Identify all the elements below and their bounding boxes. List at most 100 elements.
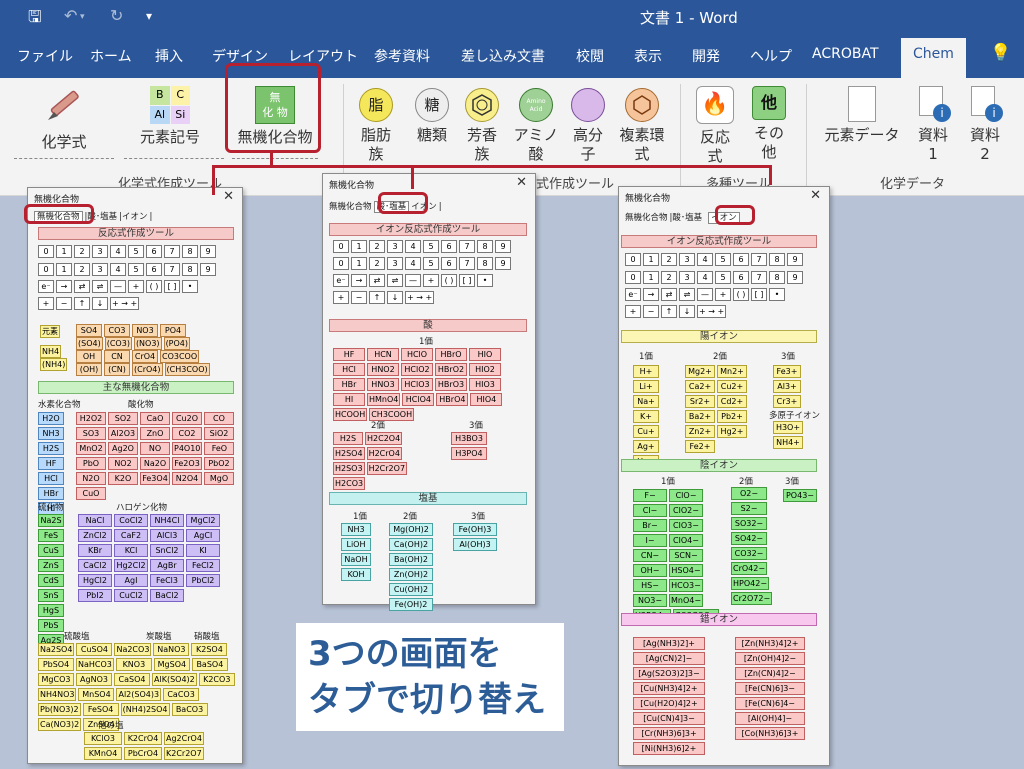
formula-key[interactable]: H3PO4	[451, 447, 487, 460]
formula-key[interactable]: Na2S	[38, 514, 64, 527]
formula-key[interactable]: 8	[769, 271, 785, 284]
formula-key[interactable]: 5	[423, 240, 439, 253]
tab-references[interactable]: 参考資料	[374, 46, 430, 66]
formula-key[interactable]: HS−	[633, 579, 667, 592]
tab-file[interactable]: ファイル	[17, 46, 73, 66]
formula-key[interactable]: Ag+	[633, 440, 659, 453]
formula-key[interactable]: CO3COO	[160, 350, 200, 363]
undo-icon[interactable]: ↶	[64, 6, 77, 25]
formula-key[interactable]: 0	[38, 245, 54, 258]
formula-key[interactable]: H2CrO4	[366, 447, 402, 460]
formula-key[interactable]: 7	[459, 240, 475, 253]
formula-key[interactable]: −	[351, 291, 367, 304]
formula-key[interactable]: 7	[164, 245, 180, 258]
formula-key[interactable]: MgO	[204, 472, 234, 485]
formula-key[interactable]: H3O+	[773, 421, 803, 434]
formula-key[interactable]: +	[128, 280, 144, 293]
formula-key[interactable]: Ba2+	[685, 410, 715, 423]
formula-key[interactable]: NaCl	[78, 514, 112, 527]
formula-key[interactable]: 1	[351, 257, 367, 270]
formula-key[interactable]: MgSO4	[153, 658, 190, 671]
undo-dropdown-icon[interactable]: ▾	[80, 12, 85, 22]
formula-key[interactable]: CrO42−	[731, 562, 768, 575]
formula-key[interactable]: CdS	[38, 574, 64, 587]
formula-key[interactable]: ⇄	[661, 288, 677, 301]
formula-key[interactable]: Mg(OH)2	[389, 523, 433, 536]
formula-key[interactable]: ↑	[369, 291, 385, 304]
formula-key[interactable]: 0	[333, 257, 349, 270]
formula-key[interactable]: NH4NO3	[38, 688, 77, 701]
formula-key[interactable]: SO32−	[731, 517, 767, 530]
formula-key[interactable]: K2O	[108, 472, 138, 485]
formula-key[interactable]: 2	[74, 245, 90, 258]
formula-key[interactable]: ⇄	[74, 280, 90, 293]
formula-key[interactable]: 4	[110, 245, 126, 258]
tab-sanenki[interactable]: 酸･塩基	[672, 213, 702, 223]
formula-key[interactable]: H3BO3	[451, 432, 487, 445]
formula-key[interactable]: CuSO4	[76, 643, 113, 656]
formula-key[interactable]: MnO4−	[669, 594, 704, 607]
formula-key[interactable]: Zn(OH)2	[389, 568, 433, 581]
formula-key[interactable]: Sr2+	[685, 395, 715, 408]
formula-key[interactable]: Cu(OH)2	[389, 583, 433, 596]
formula-key[interactable]: →	[56, 280, 72, 293]
shiryo1-button[interactable]: i 資料 1	[910, 86, 956, 164]
formula-key[interactable]: HCl	[38, 472, 64, 485]
formula-key[interactable]: 9	[495, 257, 511, 270]
formula-key[interactable]: FeCl2	[186, 559, 220, 572]
formula-key[interactable]: CN−	[633, 549, 667, 562]
houkouzoku-button[interactable]: 芳香 族	[458, 88, 506, 164]
formula-key[interactable]: [Fe(CN)6]3−	[735, 682, 805, 695]
formula-key[interactable]: Li+	[633, 380, 659, 393]
formula-key[interactable]: KCl	[114, 544, 148, 557]
formula-key[interactable]: Na+	[633, 395, 659, 408]
customize-quick-access-icon[interactable]: ▾	[146, 9, 152, 23]
tab-review[interactable]: 校閲	[576, 46, 604, 66]
formula-key[interactable]: ClO4−	[669, 534, 703, 547]
tourui-button[interactable]: 糖 糖類	[408, 88, 456, 145]
formula-key[interactable]: PbO	[76, 457, 106, 470]
formula-key[interactable]: PbCl2	[186, 574, 220, 587]
tab-muki[interactable]: 無機化合物	[625, 213, 668, 223]
formula-key[interactable]: 6	[733, 271, 749, 284]
formula-key[interactable]: SO3	[76, 427, 106, 440]
formula-key[interactable]: CaCO3	[163, 688, 200, 701]
formula-key[interactable]: (NO3)	[133, 337, 162, 350]
formula-key[interactable]: SO4	[76, 324, 102, 337]
formula-key[interactable]: HIO3	[469, 378, 501, 391]
formula-key[interactable]: Mg2+	[685, 365, 715, 378]
formula-key[interactable]: 1	[351, 240, 367, 253]
formula-key[interactable]: CN	[104, 350, 130, 363]
formula-key[interactable]: •	[477, 274, 493, 287]
formula-key[interactable]: ClO2−	[669, 504, 703, 517]
formula-key[interactable]: Hg2Cl2	[114, 559, 148, 572]
formula-key[interactable]: ↑	[74, 297, 90, 310]
formula-key[interactable]: Al3+	[773, 380, 801, 393]
formula-key[interactable]: Pb(NO3)2	[38, 703, 81, 716]
formula-key[interactable]: Pb2+	[717, 410, 747, 423]
formula-key[interactable]: +	[423, 274, 439, 287]
formula-key[interactable]: H2CO3	[333, 477, 366, 490]
formula-key[interactable]: HClO3	[401, 378, 433, 391]
formula-key[interactable]: MnO2	[76, 442, 106, 455]
formula-key[interactable]: 4	[405, 240, 421, 253]
formula-key[interactable]: [Cr(NH3)6]3+	[633, 727, 705, 740]
formula-key[interactable]: CrO4	[132, 350, 158, 363]
formula-key[interactable]: NH4Cl	[150, 514, 184, 527]
formula-key[interactable]: (OH)	[76, 363, 102, 376]
formula-key[interactable]: + → +	[405, 291, 435, 304]
kagakushiki-button[interactable]: 化学式	[33, 86, 95, 152]
formula-key[interactable]: [Al(OH)4]−	[735, 712, 805, 725]
formula-key[interactable]: 1	[643, 253, 659, 266]
formula-key[interactable]: HBrO	[435, 348, 467, 361]
formula-key[interactable]: H+	[633, 365, 659, 378]
lightbulb-icon[interactable]: 💡	[990, 43, 1011, 63]
formula-key[interactable]: K2SO4	[191, 643, 228, 656]
shiryo2-button[interactable]: i 資料 2	[962, 86, 1008, 164]
formula-key[interactable]: ↓	[679, 305, 695, 318]
formula-key[interactable]: HCl	[333, 363, 365, 376]
formula-key[interactable]: 2	[369, 240, 385, 253]
formula-key[interactable]: HIO4	[470, 393, 503, 406]
formula-key[interactable]: →	[351, 274, 367, 287]
close-icon[interactable]: ✕	[810, 188, 821, 203]
